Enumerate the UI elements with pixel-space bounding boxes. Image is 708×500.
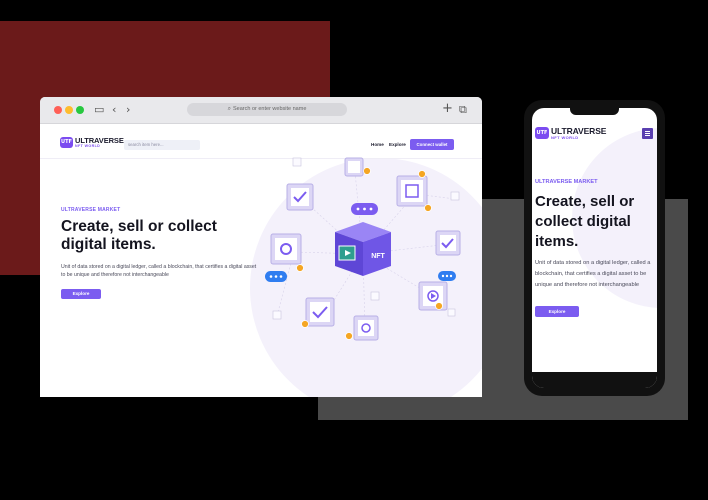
website-viewport: UTF ULTRAVERSE NFT WORLD search item her… [40, 124, 482, 397]
coin-icon [363, 167, 371, 175]
phone-logo-tagline: NFT WORLD [551, 134, 579, 140]
nft-card-check-top [286, 183, 314, 211]
hamburger-menu-icon[interactable] [642, 128, 653, 139]
search-icon: ⌕ [227, 106, 231, 112]
sidebar-icon[interactable]: ▭ [94, 102, 104, 118]
chat-bubble-purple [351, 203, 378, 215]
phone-site-logo[interactable]: UTF ULTRAVERSE NFT WORLD [535, 127, 606, 140]
address-bar-placeholder: Search or enter website name [233, 106, 307, 112]
close-window-button[interactable] [54, 106, 62, 114]
nft-cube: NFT [335, 222, 391, 276]
forward-arrow-icon[interactable]: › [126, 102, 130, 118]
browser-window: ▭ ‹ › ⌕ Search or enter website name + ⧉ … [40, 97, 482, 397]
wire-cube [450, 191, 460, 201]
coin-icon [435, 302, 443, 310]
phone-hero-headline: Create, sell or collect digital items. [535, 193, 635, 250]
nft-card-left [270, 233, 302, 265]
back-arrow-icon[interactable]: ‹ [112, 102, 116, 118]
phone-logo-mark: UTF [535, 127, 549, 140]
phone-explore-button[interactable]: Explore [535, 306, 579, 317]
chat-bubble-blue-left [265, 271, 287, 282]
nft-card-square-right [396, 175, 428, 207]
coin-icon [345, 332, 353, 340]
wire-cube [272, 310, 282, 320]
phone-hero-eyebrow: ULTRAVERSE MARKET [535, 179, 598, 185]
coin-icon [301, 320, 309, 328]
nft-card-check-right [435, 230, 461, 256]
coin-icon [424, 204, 432, 212]
phone-frame: UTF ULTRAVERSE NFT WORLD ULTRAVERSE MARK… [524, 100, 665, 396]
nft-cube-label: NFT [371, 253, 385, 260]
tabs-overview-icon[interactable]: ⧉ [459, 102, 467, 118]
chat-bubble-blue-right [438, 271, 456, 281]
wire-cube [370, 291, 380, 301]
phone-screen: UTF ULTRAVERSE NFT WORLD ULTRAVERSE MARK… [532, 108, 657, 388]
browser-toolbar: ▭ ‹ › ⌕ Search or enter website name + ⧉ [40, 97, 482, 124]
wire-cube [447, 308, 456, 317]
nft-card-circle-bottom [353, 315, 379, 341]
phone-notch [570, 108, 619, 115]
nft-card-small-top [344, 157, 364, 177]
new-tab-icon[interactable]: + [442, 101, 453, 117]
wire-cube [292, 157, 302, 167]
minimize-window-button[interactable] [65, 106, 73, 114]
coin-icon [296, 264, 304, 272]
phone-hero-description: Unit of data stored on a digital ledger,… [535, 260, 651, 288]
maximize-window-button[interactable] [76, 106, 84, 114]
nft-network-illustration: NFT [265, 157, 461, 341]
nft-card-check-bottom [305, 297, 335, 327]
phone-screen-bottom [532, 372, 657, 388]
address-bar[interactable]: ⌕ Search or enter website name [187, 103, 347, 116]
coin-icon [418, 170, 426, 178]
